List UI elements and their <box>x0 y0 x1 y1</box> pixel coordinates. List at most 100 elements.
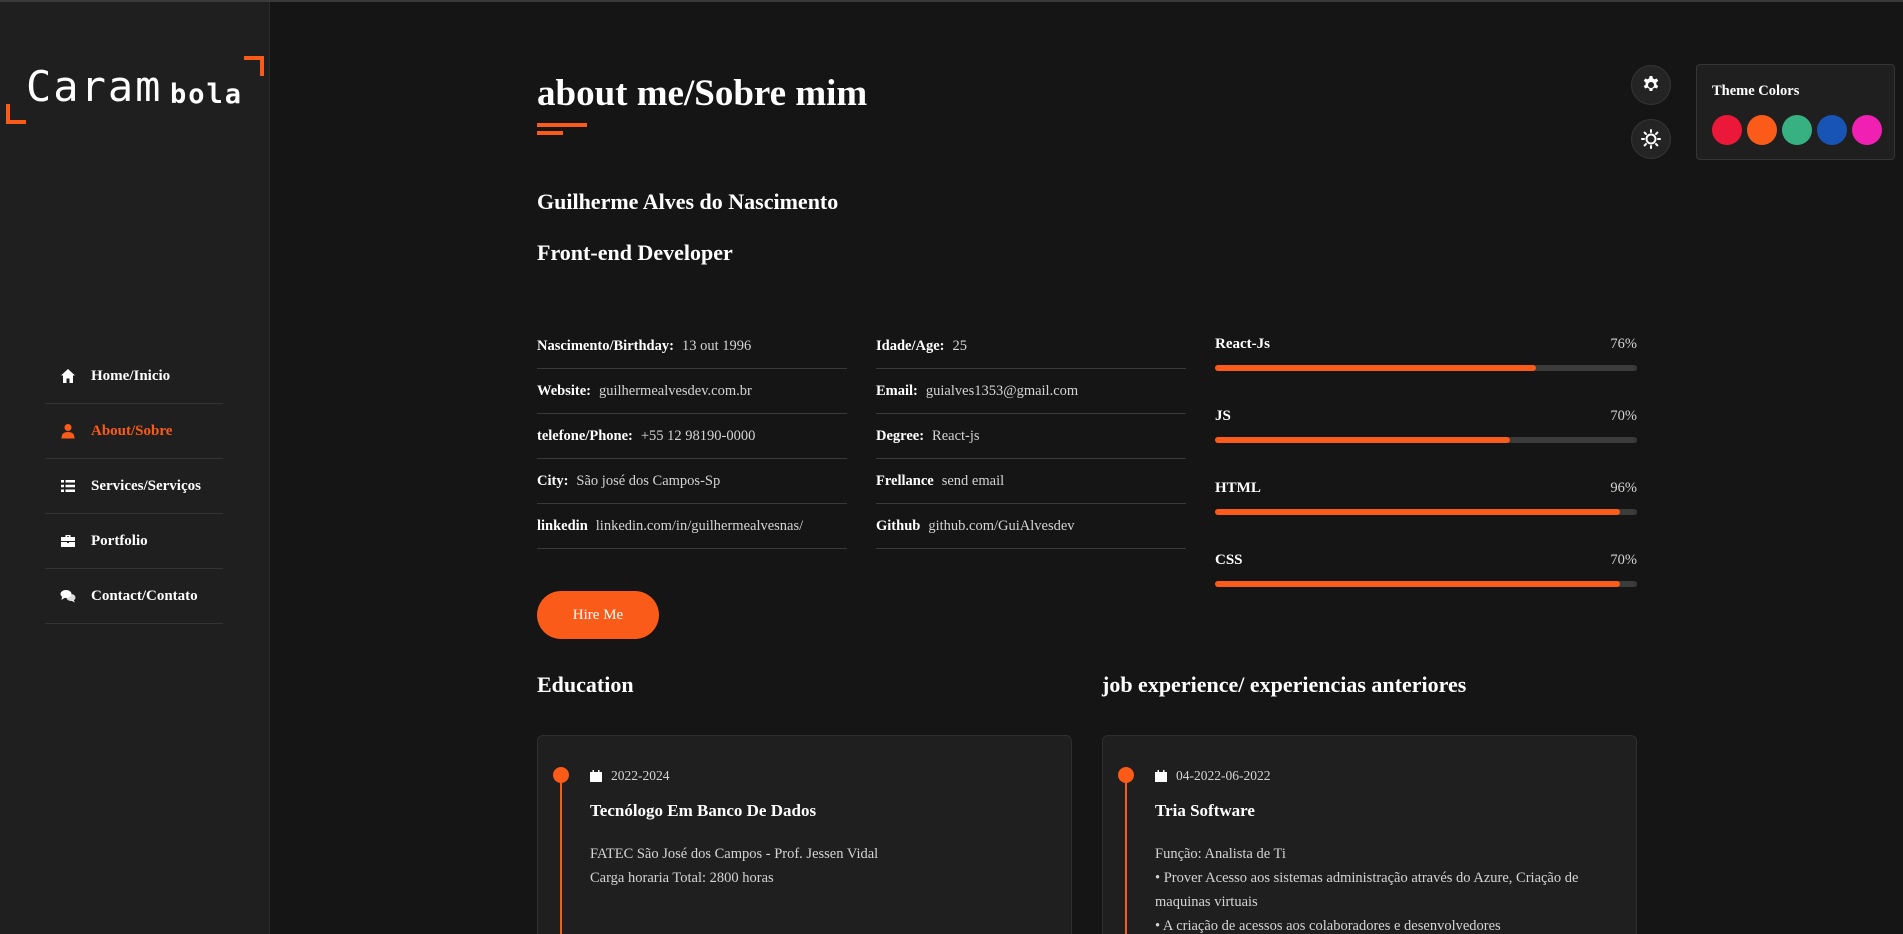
color-swatch-blue[interactable] <box>1817 115 1847 145</box>
skill-progress-track <box>1215 581 1637 587</box>
info-row-github: Github github.com/GuiAlvesdev <box>876 504 1186 549</box>
info-value: +55 12 98190-0000 <box>640 427 756 444</box>
education-card: 2022-2024 Tecnólogo Em Banco De Dados FA… <box>537 735 1072 934</box>
description-line: • Prover Acesso aos sistemas administraç… <box>1155 870 1579 910</box>
nav-item-contact[interactable]: Contact/Contato <box>45 569 223 624</box>
info-label: Github <box>876 517 921 534</box>
skill-progress-fill <box>1215 365 1536 371</box>
calendar-icon <box>1155 770 1167 782</box>
info-value: 13 out 1996 <box>681 337 752 354</box>
nav-item-label: Portfolio <box>91 532 148 549</box>
home-icon <box>59 368 77 384</box>
info-label: City: <box>537 472 569 489</box>
skill-name: JS <box>1215 408 1231 424</box>
date-text: 04-2022-06-2022 <box>1176 768 1271 783</box>
description-line: • A criação de acessos aos colaboradores… <box>1155 918 1501 934</box>
skill-progress-fill <box>1215 509 1621 515</box>
nav-item-services[interactable]: Services/Serviços <box>45 459 223 514</box>
education-item-title: Tecnólogo Em Banco De Dados <box>590 801 817 820</box>
info-row-phone: telefone/Phone: +55 12 98190-0000 <box>537 414 847 459</box>
info-value: São josé dos Campos-Sp <box>576 472 721 489</box>
info-value: github.com/GuiAlvesdev <box>928 517 1075 534</box>
job-description: Função: Analista de Ti • Prover Acesso a… <box>1155 842 1615 934</box>
color-swatch-red[interactable] <box>1712 115 1742 145</box>
logo[interactable]: Caram bola <box>6 54 266 124</box>
skill-percent: 76% <box>1610 336 1637 352</box>
info-row-email: Email: guialves1353@gmail.com <box>876 369 1186 414</box>
info-label: Idade/Age: <box>876 337 945 354</box>
logo-text-sub: bola <box>170 79 244 110</box>
gear-icon <box>1643 76 1659 91</box>
settings-toggle-button[interactable] <box>1631 65 1671 105</box>
color-swatch-pink[interactable] <box>1852 115 1882 145</box>
hire-me-button[interactable]: Hire Me <box>537 591 659 639</box>
description-line: Função: Analista de Ti <box>1155 846 1286 862</box>
logo-text-main: Caram <box>26 62 163 111</box>
user-icon <box>59 423 77 439</box>
info-list-right: Idade/Age: 25 Email: guialves1353@gmail.… <box>876 324 1186 549</box>
skill-progress-track <box>1215 437 1637 443</box>
timeline-line <box>1125 774 1127 934</box>
nav-item-about[interactable]: About/Sobre <box>45 404 223 459</box>
info-label: linkedin <box>537 517 588 534</box>
timeline-dot <box>1118 767 1134 783</box>
date-text: 2022-2024 <box>611 768 670 783</box>
education-date: 2022-2024 <box>590 768 670 784</box>
skill-progress-track <box>1215 509 1637 515</box>
job-card: 04-2022-06-2022 Tria Software Função: An… <box>1102 735 1637 934</box>
info-row-linkedin: linkedin linkedin.com/in/guilhermealvesn… <box>537 504 847 549</box>
calendar-icon <box>590 770 602 782</box>
profile-role: Front-end Developer <box>537 240 733 265</box>
info-value: guilhermealvesdev.com.br <box>598 382 752 399</box>
info-row-age: Idade/Age: 25 <box>876 324 1186 369</box>
timeline-line <box>560 774 562 934</box>
briefcase-icon <box>59 533 77 549</box>
skill-progress-fill <box>1215 437 1511 443</box>
info-row-city: City: São josé dos Campos-Sp <box>537 459 847 504</box>
sidebar: Caram bola Home/Inicio About/Sobre Servi… <box>0 2 270 934</box>
profile-name: Guilherme Alves do Nascimento <box>537 189 839 214</box>
nav-item-portfolio[interactable]: Portfolio <box>45 514 223 569</box>
title-underline-short <box>537 131 563 135</box>
job-experience-title: job experience/ experiencias anteriores <box>1102 672 1467 697</box>
skills-list: React-Js 76% JS 70% HTML 96% CSS 70% <box>1215 324 1637 612</box>
title-underline <box>537 123 587 127</box>
education-description: FATEC São José dos Campos - Prof. Jessen… <box>590 842 1050 890</box>
color-swatch-green[interactable] <box>1782 115 1812 145</box>
nav-item-home[interactable]: Home/Inicio <box>45 349 223 404</box>
logo-corner-top-right <box>244 56 264 76</box>
info-value: guialves1353@gmail.com <box>925 382 1079 399</box>
skill-percent: 70% <box>1610 552 1637 568</box>
skill-html: HTML 96% <box>1215 468 1637 540</box>
job-date: 04-2022-06-2022 <box>1155 768 1271 784</box>
skill-progress-track <box>1215 365 1637 371</box>
logo-corner-bottom-left <box>6 104 26 124</box>
description-line: FATEC São José dos Campos - Prof. Jessen… <box>590 846 879 862</box>
theme-colors-panel: Theme Colors <box>1696 64 1895 160</box>
info-value: linkedin.com/in/guilhermealvesnas/ <box>595 517 804 534</box>
color-swatch-orange[interactable] <box>1747 115 1777 145</box>
skill-percent: 70% <box>1610 408 1637 424</box>
info-label: Website: <box>537 382 591 399</box>
skill-css: CSS 70% <box>1215 540 1637 612</box>
info-label: Degree: <box>876 427 925 444</box>
sun-icon <box>1641 129 1661 149</box>
comments-icon <box>59 588 77 604</box>
nav-item-label: About/Sobre <box>91 422 173 439</box>
color-swatches <box>1712 115 1882 145</box>
info-row-degree: Degree: React-js <box>876 414 1186 459</box>
timeline-dot <box>553 767 569 783</box>
info-label: telefone/Phone: <box>537 427 633 444</box>
job-item-title: Tria Software <box>1155 801 1255 820</box>
nav-item-label: Services/Serviços <box>91 477 201 494</box>
education-title: Education <box>537 672 634 697</box>
info-label: Nascimento/Birthday: <box>537 337 674 354</box>
main-nav: Home/Inicio About/Sobre Services/Serviço… <box>45 349 223 624</box>
info-row-freelance: Frellance send email <box>876 459 1186 504</box>
info-row-website: Website: guilhermealvesdev.com.br <box>537 369 847 414</box>
info-value: 25 <box>952 337 967 354</box>
dark-mode-toggle-button[interactable] <box>1631 119 1671 159</box>
info-label: Frellance <box>876 472 934 489</box>
info-label: Email: <box>876 382 918 399</box>
skill-name: HTML <box>1215 480 1261 496</box>
